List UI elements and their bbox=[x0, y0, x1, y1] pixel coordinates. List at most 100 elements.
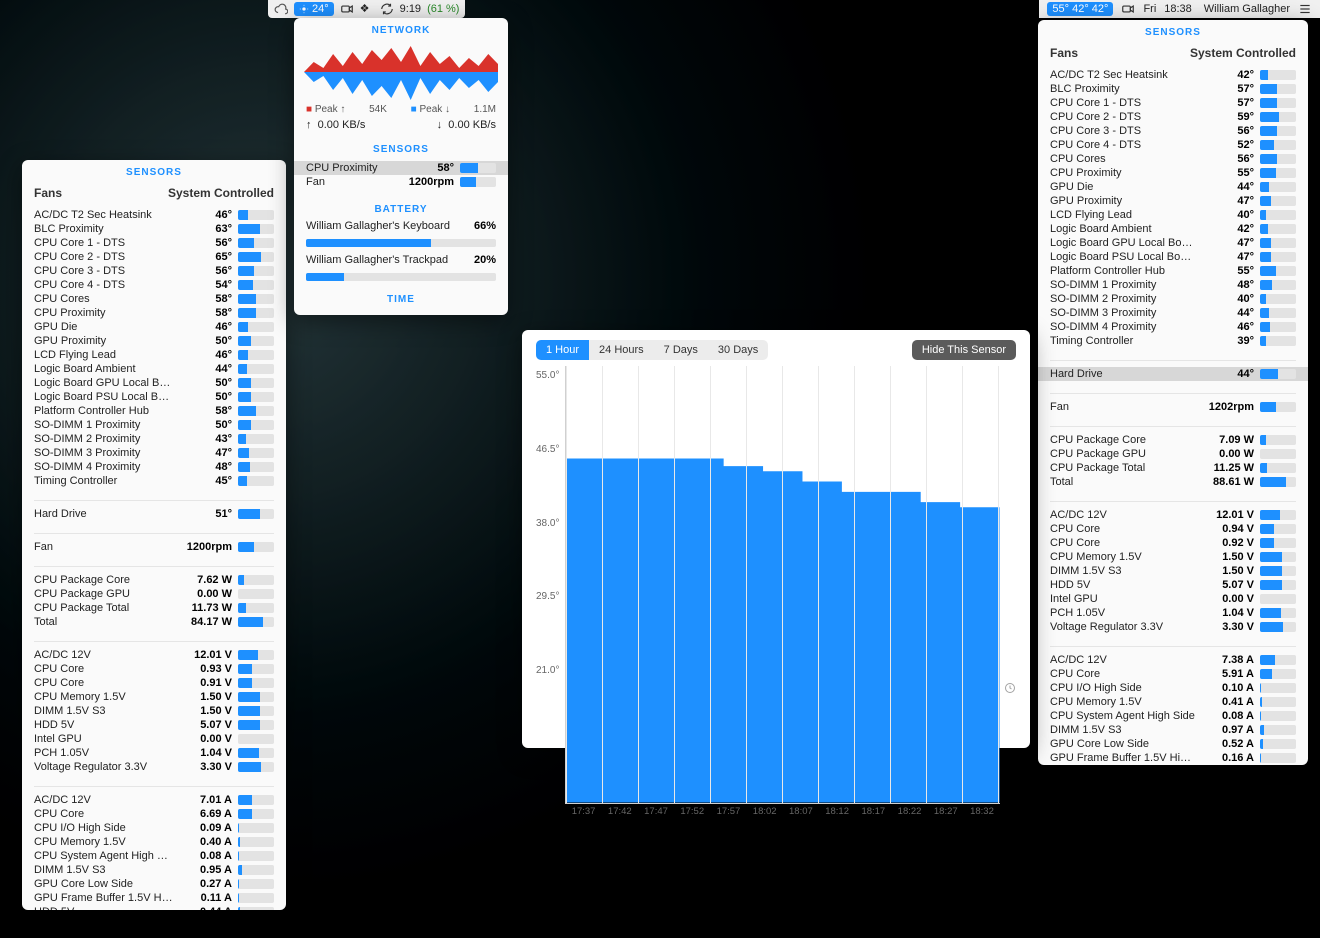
sensor-row[interactable]: SO-DIMM 4 Proximity46° bbox=[1050, 320, 1296, 334]
sensor-row[interactable]: LCD Flying Lead40° bbox=[1050, 208, 1296, 222]
sensor-row[interactable]: Voltage Regulator 3.3V3.30 V bbox=[1050, 620, 1296, 634]
sensor-row[interactable]: AC/DC 12V12.01 V bbox=[1050, 508, 1296, 522]
sensor-row[interactable]: AC/DC 12V7.38 A bbox=[1050, 653, 1296, 667]
sensor-row[interactable]: CPU System Agent High Side0.08 A bbox=[34, 849, 274, 863]
sensor-row[interactable]: CPU I/O High Side0.09 A bbox=[34, 821, 274, 835]
sensor-row[interactable]: GPU Die46° bbox=[34, 320, 274, 334]
sensor-row[interactable]: GPU Proximity47° bbox=[1050, 194, 1296, 208]
sensor-row[interactable]: Hard Drive51° bbox=[34, 507, 274, 521]
sensor-row[interactable]: Logic Board Ambient42° bbox=[1050, 222, 1296, 236]
sensor-row[interactable]: AC/DC 12V7.01 A bbox=[34, 793, 274, 807]
dropbox-icon[interactable]: ❖ bbox=[360, 2, 374, 16]
sensor-row[interactable]: CPU Memory 1.5V1.50 V bbox=[34, 690, 274, 704]
sensor-row[interactable]: Voltage Regulator 3.3V3.30 V bbox=[34, 760, 274, 774]
sensor-row[interactable]: CPU Proximity58° bbox=[34, 306, 274, 320]
sensor-row[interactable]: SO-DIMM 4 Proximity48° bbox=[34, 460, 274, 474]
segment-1-hour[interactable]: 1 Hour bbox=[536, 340, 589, 360]
segment-7-days[interactable]: 7 Days bbox=[654, 340, 708, 360]
sensor-row[interactable]: GPU Frame Buffer 1.5V High Side0.16 A bbox=[1050, 751, 1296, 765]
sensor-row[interactable]: SO-DIMM 2 Proximity40° bbox=[1050, 292, 1296, 306]
segment-30-days[interactable]: 30 Days bbox=[708, 340, 768, 360]
sensor-row[interactable]: AC/DC T2 Sec Heatsink46° bbox=[34, 208, 274, 222]
sensor-row[interactable]: CPU Core0.92 V bbox=[1050, 536, 1296, 550]
sensor-row[interactable]: BLC Proximity57° bbox=[1050, 82, 1296, 96]
sensor-row[interactable]: Fan1200rpm bbox=[306, 175, 496, 189]
sensor-row[interactable]: CPU Core 1 - DTS57° bbox=[1050, 96, 1296, 110]
sensor-row[interactable]: Logic Board GPU Local Board50° bbox=[34, 376, 274, 390]
sensor-row[interactable]: CPU Memory 1.5V0.40 A bbox=[34, 835, 274, 849]
sensor-row[interactable]: Logic Board PSU Local Board50° bbox=[34, 390, 274, 404]
sensor-row[interactable]: CPU System Agent High Side0.08 A bbox=[1050, 709, 1296, 723]
sensor-row[interactable]: Timing Controller45° bbox=[34, 474, 274, 488]
center-panel[interactable]: NETWORK ■ Peak ↑ 54K ■ Peak ↓ 1.1M ↑ 0.0… bbox=[294, 18, 508, 315]
sensor-row[interactable]: CPU Core5.91 A bbox=[1050, 667, 1296, 681]
list-icon[interactable] bbox=[1298, 2, 1312, 16]
menubar-user[interactable]: William Gallagher bbox=[1204, 3, 1290, 15]
sensor-row[interactable]: Intel GPU0.00 V bbox=[1050, 592, 1296, 606]
sensor-row[interactable]: Fan1202rpm bbox=[1050, 400, 1296, 414]
sensor-row[interactable]: CPU Core6.69 A bbox=[34, 807, 274, 821]
sensor-row[interactable]: CPU Package Total11.73 W bbox=[34, 601, 274, 615]
sensor-row[interactable]: CPU Package GPU0.00 W bbox=[34, 587, 274, 601]
sensor-row[interactable]: Total84.17 W bbox=[34, 615, 274, 629]
sensor-row[interactable]: AC/DC T2 Sec Heatsink42° bbox=[1050, 68, 1296, 82]
sensor-row[interactable]: Hard Drive44° bbox=[1038, 367, 1308, 381]
sensor-row[interactable]: CPU Core 3 - DTS56° bbox=[34, 264, 274, 278]
hide-sensor-button[interactable]: Hide This Sensor bbox=[912, 340, 1016, 360]
sensor-row[interactable]: SO-DIMM 1 Proximity48° bbox=[1050, 278, 1296, 292]
sensor-row[interactable]: Fan1200rpm bbox=[34, 540, 274, 554]
sensor-row[interactable]: CPU Package Core7.09 W bbox=[1050, 433, 1296, 447]
sensor-row[interactable]: CPU Proximity58° bbox=[294, 161, 508, 175]
sensor-row[interactable]: CPU Core 2 - DTS65° bbox=[34, 250, 274, 264]
sensor-row[interactable]: Platform Controller Hub58° bbox=[34, 404, 274, 418]
sensor-row[interactable]: GPU Proximity50° bbox=[34, 334, 274, 348]
sensor-row[interactable]: SO-DIMM 2 Proximity43° bbox=[34, 432, 274, 446]
sensor-row[interactable]: CPU Package Core7.62 W bbox=[34, 573, 274, 587]
sensor-row[interactable]: Platform Controller Hub55° bbox=[1050, 264, 1296, 278]
sensor-row[interactable]: DIMM 1.5V S31.50 V bbox=[1050, 564, 1296, 578]
camera-icon-right[interactable] bbox=[1121, 2, 1135, 16]
sensor-row[interactable]: CPU Memory 1.5V1.50 V bbox=[1050, 550, 1296, 564]
sensor-row[interactable]: CPU Core 1 - DTS56° bbox=[34, 236, 274, 250]
sensor-row[interactable]: DIMM 1.5V S30.95 A bbox=[34, 863, 274, 877]
temps-pill[interactable]: 55° 42° 42° bbox=[1047, 2, 1113, 16]
sensor-row[interactable]: SO-DIMM 3 Proximity47° bbox=[34, 446, 274, 460]
sensor-row[interactable]: AC/DC 12V12.01 V bbox=[34, 648, 274, 662]
sensor-row[interactable]: GPU Core Low Side0.27 A bbox=[34, 877, 274, 891]
right-sensors-panel[interactable]: SENSORS Fans System Controlled AC/DC T2 … bbox=[1038, 20, 1308, 765]
sensor-row[interactable]: CPU Package GPU0.00 W bbox=[1050, 447, 1296, 461]
sensor-row[interactable]: CPU Core0.91 V bbox=[34, 676, 274, 690]
sensor-row[interactable]: LCD Flying Lead46° bbox=[34, 348, 274, 362]
sensor-row[interactable]: HDD 5V5.07 V bbox=[34, 718, 274, 732]
sensor-row[interactable]: HDD 5V5.07 V bbox=[1050, 578, 1296, 592]
sensor-row[interactable]: PCH 1.05V1.04 V bbox=[34, 746, 274, 760]
sync-icon[interactable] bbox=[380, 2, 394, 16]
sensor-row[interactable]: CPU Cores58° bbox=[34, 292, 274, 306]
sensor-row[interactable]: CPU Core0.93 V bbox=[34, 662, 274, 676]
sensor-row[interactable]: SO-DIMM 1 Proximity50° bbox=[34, 418, 274, 432]
sensor-row[interactable]: BLC Proximity63° bbox=[34, 222, 274, 236]
sensor-row[interactable]: Logic Board Ambient44° bbox=[34, 362, 274, 376]
sensor-row[interactable]: CPU Core 4 - DTS54° bbox=[34, 278, 274, 292]
sensor-row[interactable]: Timing Controller39° bbox=[1050, 334, 1296, 348]
sensor-row[interactable]: CPU Core 2 - DTS59° bbox=[1050, 110, 1296, 124]
sensor-row[interactable]: DIMM 1.5V S31.50 V bbox=[34, 704, 274, 718]
sensor-row[interactable]: Total88.61 W bbox=[1050, 475, 1296, 489]
sensor-row[interactable]: Logic Board GPU Local Board47° bbox=[1050, 236, 1296, 250]
left-sensors-panel[interactable]: SENSORS Fans System Controlled AC/DC T2 … bbox=[22, 160, 286, 910]
sensor-row[interactable]: GPU Frame Buffer 1.5V High Side0.11 A bbox=[34, 891, 274, 905]
camera-icon[interactable] bbox=[340, 2, 354, 16]
sensor-row[interactable]: CPU Package Total11.25 W bbox=[1050, 461, 1296, 475]
sensor-row[interactable]: Intel GPU0.00 V bbox=[34, 732, 274, 746]
sensor-row[interactable]: HDD 5V0.44 A bbox=[34, 905, 274, 910]
sensor-row[interactable]: PCH 1.05V1.04 V bbox=[1050, 606, 1296, 620]
sensor-row[interactable]: CPU Proximity55° bbox=[1050, 166, 1296, 180]
sensor-row[interactable]: SO-DIMM 3 Proximity44° bbox=[1050, 306, 1296, 320]
sensor-row[interactable]: CPU I/O High Side0.10 A bbox=[1050, 681, 1296, 695]
sensor-row[interactable]: GPU Core Low Side0.52 A bbox=[1050, 737, 1296, 751]
sensor-row[interactable]: CPU Core 3 - DTS56° bbox=[1050, 124, 1296, 138]
weather-pill[interactable]: 24° bbox=[294, 2, 334, 16]
sensor-row[interactable]: GPU Die44° bbox=[1050, 180, 1296, 194]
sensor-row[interactable]: Logic Board PSU Local Board47° bbox=[1050, 250, 1296, 264]
sensor-row[interactable]: CPU Memory 1.5V0.41 A bbox=[1050, 695, 1296, 709]
